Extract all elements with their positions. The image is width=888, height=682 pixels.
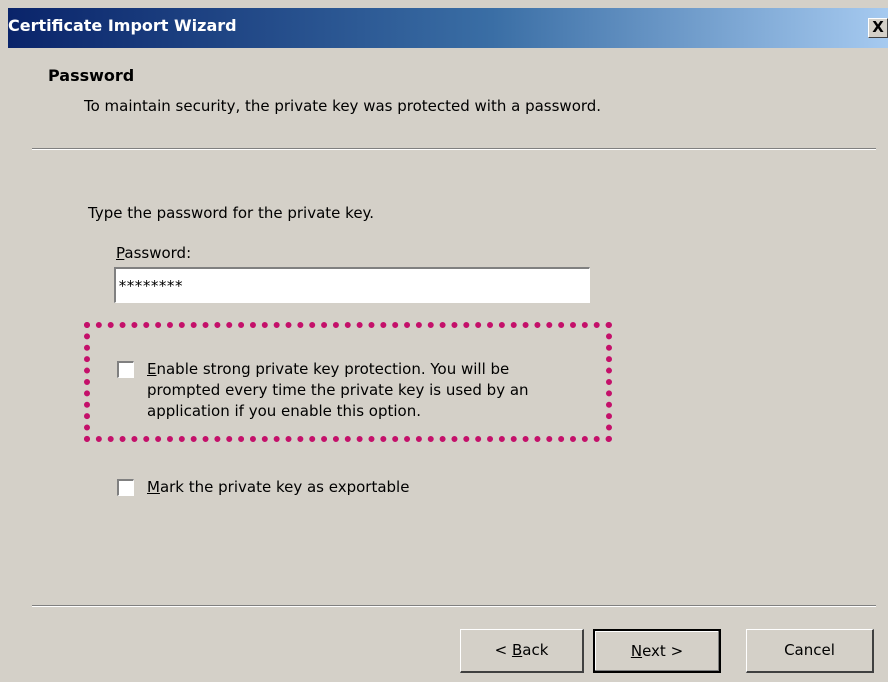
strong-protection-checkbox[interactable]: [117, 361, 134, 378]
next-button[interactable]: Next >: [593, 629, 721, 673]
cancel-button[interactable]: Cancel: [746, 629, 874, 673]
exportable-label: Mark the private key as exportable: [147, 478, 410, 496]
exportable-checkbox[interactable]: [117, 479, 134, 496]
strong-protection-label: Enable strong private key protection. Yo…: [147, 360, 529, 420]
password-label: Password:: [116, 244, 192, 262]
window-title: Certificate Import Wizard: [8, 16, 237, 35]
close-icon: X: [872, 18, 884, 36]
footer-separator: [32, 605, 876, 607]
password-field[interactable]: [114, 267, 590, 303]
title-bar: Certificate Import Wizard X: [8, 8, 888, 48]
close-button[interactable]: X: [868, 18, 888, 38]
instruction-text: Type the password for the private key.: [88, 204, 375, 222]
exportable-option[interactable]: Mark the private key as exportable: [117, 478, 457, 500]
page-description: To maintain security, the private key wa…: [84, 97, 602, 115]
header-separator: [32, 148, 876, 150]
wizard-header: Password To maintain security, the priva…: [8, 48, 888, 148]
back-button[interactable]: < Back: [460, 629, 584, 673]
strong-protection-option[interactable]: Enable strong private key protection. Yo…: [117, 360, 597, 425]
page-title: Password: [48, 66, 135, 85]
